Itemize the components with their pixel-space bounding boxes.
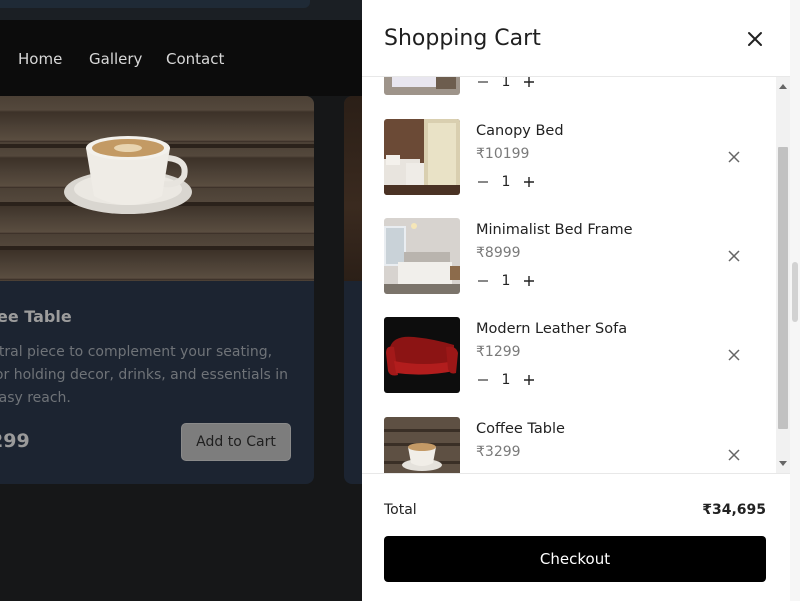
minus-icon xyxy=(478,379,488,381)
remove-item-button[interactable] xyxy=(726,149,742,165)
minus-icon xyxy=(478,181,488,183)
cart-items-list[interactable]: 1 Canopy Bed ₹10199 1 Minimalist Bed Fra… xyxy=(362,77,776,473)
quantity-value: 1 xyxy=(501,77,511,90)
close-icon xyxy=(728,151,740,163)
page-scroll-thumb[interactable] xyxy=(792,262,798,322)
coffee-cup-photo xyxy=(384,417,460,473)
plus-icon xyxy=(524,177,534,187)
product-description: ntral piece to complement your seating, … xyxy=(0,344,288,406)
item-name: Modern Leather Sofa xyxy=(476,321,628,337)
total-value: ₹34,695 xyxy=(702,502,766,518)
product-price: 299 xyxy=(0,430,30,452)
decrease-quantity-button[interactable] xyxy=(476,274,490,288)
close-icon xyxy=(728,449,740,461)
quantity-stepper: 1 xyxy=(476,173,536,191)
nav-gallery-link[interactable]: Gallery xyxy=(89,50,142,68)
caret-down-icon xyxy=(779,461,787,466)
decrease-quantity-button[interactable] xyxy=(476,77,490,89)
add-to-cart-button[interactable]: Add to Cart xyxy=(181,423,291,461)
total-label: Total xyxy=(384,502,417,518)
item-name: Coffee Table xyxy=(476,421,565,437)
bedroom-photo xyxy=(384,218,460,294)
item-price: ₹10199 xyxy=(476,146,530,162)
cart-footer: Total ₹34,695 Checkout xyxy=(362,473,800,601)
cart-drawer: Shopping Cart 1 Canopy Bed ₹10199 1 Mini… xyxy=(362,0,800,601)
bedroom-photo xyxy=(384,119,460,195)
cart-item: Minimalist Bed Frame ₹8999 1 xyxy=(384,218,776,296)
scroll-down-arrow[interactable] xyxy=(776,457,790,471)
item-name: Minimalist Bed Frame xyxy=(476,222,633,238)
cart-item: Canopy Bed ₹10199 1 xyxy=(384,119,776,197)
caret-up-icon xyxy=(779,84,787,89)
remove-item-button[interactable] xyxy=(726,347,742,363)
cart-header: Shopping Cart xyxy=(362,0,800,77)
scroll-thumb[interactable] xyxy=(778,147,788,429)
coffee-table-photo xyxy=(0,96,314,281)
quantity-stepper: 1 xyxy=(476,77,536,91)
cart-item: Modern Leather Sofa ₹1299 1 xyxy=(384,317,776,395)
cart-item: 1 xyxy=(384,77,776,97)
remove-item-button[interactable] xyxy=(726,447,742,463)
decrease-quantity-button[interactable] xyxy=(476,175,490,189)
item-price: ₹3299 xyxy=(476,444,521,460)
checkout-button[interactable]: Checkout xyxy=(384,536,766,582)
increase-quantity-button[interactable] xyxy=(522,274,536,288)
nav-contact-link[interactable]: Contact xyxy=(166,50,224,68)
close-icon xyxy=(748,32,762,46)
quantity-value: 1 xyxy=(501,174,511,190)
quantity-value: 1 xyxy=(501,372,511,388)
increase-quantity-button[interactable] xyxy=(522,373,536,387)
top-strip xyxy=(0,0,362,20)
increase-quantity-button[interactable] xyxy=(522,77,536,89)
item-price: ₹8999 xyxy=(476,245,521,261)
minus-icon xyxy=(478,81,488,83)
close-cart-button[interactable] xyxy=(742,26,768,52)
cart-scrollbar[interactable] xyxy=(776,77,790,473)
quantity-stepper: 1 xyxy=(476,371,536,389)
increase-quantity-button[interactable] xyxy=(522,175,536,189)
decrease-quantity-button[interactable] xyxy=(476,373,490,387)
plus-icon xyxy=(524,276,534,286)
background-page: Home Gallery Contact fee Table ntral pie… xyxy=(0,0,362,601)
cart-item: Coffee Table ₹3299 xyxy=(384,417,776,473)
close-icon xyxy=(728,349,740,361)
main-nav: Home Gallery Contact xyxy=(0,20,362,96)
minus-icon xyxy=(478,280,488,282)
plus-icon xyxy=(524,77,534,87)
remove-item-button[interactable] xyxy=(726,248,742,264)
product-title: fee Table xyxy=(0,307,72,326)
item-price: ₹1299 xyxy=(476,344,521,360)
close-icon xyxy=(728,250,740,262)
item-name: Canopy Bed xyxy=(476,123,564,139)
nav-home-link[interactable]: Home xyxy=(18,50,62,68)
page-scrollbar[interactable] xyxy=(790,0,800,601)
bedroom-photo xyxy=(384,77,460,95)
cart-title: Shopping Cart xyxy=(384,26,541,51)
quantity-stepper: 1 xyxy=(476,272,536,290)
product-card: fee Table ntral piece to complement your… xyxy=(0,96,314,484)
scroll-up-arrow[interactable] xyxy=(776,79,790,93)
product-card-partial xyxy=(344,96,362,484)
red-sofa-photo xyxy=(384,317,460,393)
quantity-value: 1 xyxy=(501,273,511,289)
plus-icon xyxy=(524,375,534,385)
